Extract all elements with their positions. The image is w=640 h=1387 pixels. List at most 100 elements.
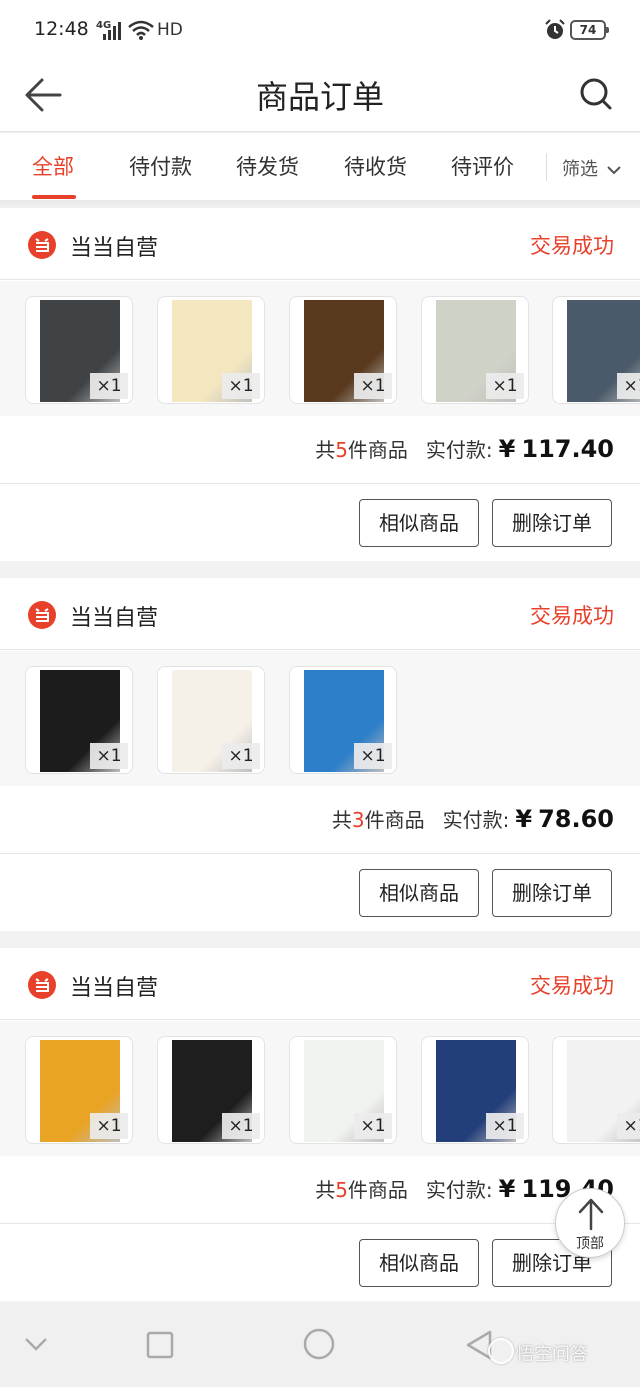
dangdang-logo-icon (28, 971, 56, 999)
delete-order-button[interactable]: 删除订单 (492, 869, 612, 917)
alarm-icon (545, 19, 565, 39)
delete-order-button[interactable]: 删除订单 (492, 499, 612, 547)
order-status: 交易成功 (530, 974, 614, 998)
chevron-down-nav-icon[interactable] (22, 1335, 50, 1353)
order-card[interactable]: 当当自营 交易成功 ×1 ×1 ×1 共3件商品 实付款: ¥78.60 相似商品 删除订单 (0, 578, 640, 931)
product-quantity: ×1 (90, 743, 128, 769)
product-thumbnail[interactable]: ×1 (552, 296, 640, 404)
product-strip[interactable]: ×1 ×1 ×1 (0, 651, 640, 786)
product-quantity: ×1 (617, 1113, 640, 1139)
count-suffix: 件商品 (347, 1178, 408, 1202)
product-quantity: ×1 (486, 373, 524, 399)
home-icon[interactable] (302, 1327, 336, 1361)
item-count: 5 (335, 1178, 348, 1202)
product-thumbnail[interactable]: ×1 (157, 1036, 265, 1144)
product-thumbnail[interactable]: ×1 (25, 296, 133, 404)
search-button[interactable] (572, 70, 622, 120)
order-card[interactable]: 当当自营交易成功×1×1×1×1×1共5件商品实付款:¥117.40相似商品删除… (0, 208, 640, 561)
search-icon (580, 78, 612, 110)
dangdang-logo-icon (28, 231, 56, 259)
order-summary: 共5件商品 实付款: ¥117.40 (0, 416, 640, 484)
order-actions: 相似商品 删除订单 (0, 855, 640, 931)
tab-pending-receipt[interactable]: 待收货 (344, 151, 407, 181)
paid-amount: 117.40 (521, 435, 614, 463)
order-card[interactable]: 当当自营 交易成功 ×1 ×1 ×1 ×1 ×1 共5件商品实付款:¥119.40相似商品删除… (0, 948, 640, 1301)
product-thumbnail[interactable]: ×1 (157, 296, 265, 404)
product-thumbnail[interactable]: ×1 (421, 1036, 529, 1144)
active-tab-indicator (32, 195, 76, 199)
product-quantity: ×1 (617, 373, 640, 399)
product-thumbnail[interactable]: ×1 (157, 666, 265, 774)
order-status: 交易成功 (530, 604, 614, 628)
count-prefix: 共 (331, 808, 352, 832)
watermark-logo-icon (488, 1338, 514, 1364)
paid-label: 实付款: (425, 438, 493, 462)
status-time: 12:48 (34, 18, 89, 40)
chevron-down-icon (607, 166, 621, 175)
signal-icon (103, 22, 121, 40)
similar-products-button[interactable]: 相似商品 (359, 869, 479, 917)
product-quantity: ×1 (90, 1113, 128, 1139)
currency-symbol: ¥ (498, 1175, 516, 1203)
watermark: 悟空问答 (516, 1344, 588, 1365)
count-suffix: 件商品 (364, 808, 425, 832)
paid-amount: 78.60 (538, 805, 614, 833)
battery-indicator: 74 (570, 20, 609, 40)
count-prefix: 共 (315, 438, 336, 462)
shop-header[interactable]: 当当自营 交易成功 (0, 948, 640, 1020)
arrow-up-icon (578, 1198, 604, 1231)
similar-products-button[interactable]: 相似商品 (359, 1239, 479, 1287)
shop-header[interactable]: 当当自营 交易成功 (0, 578, 640, 650)
product-quantity: ×1 (486, 1113, 524, 1139)
shop-name: 当当自营 (70, 976, 159, 1001)
product-quantity: ×1 (354, 743, 392, 769)
product-quantity: ×1 (354, 1113, 392, 1139)
tab-pending-shipment[interactable]: 待发货 (236, 151, 299, 181)
shop-name: 当当自营 (70, 606, 159, 631)
hd-indicator: HD (157, 20, 183, 40)
currency-symbol: ¥ (498, 435, 516, 463)
product-quantity: ×1 (222, 743, 260, 769)
order-status: 交易成功 (530, 234, 614, 258)
tab-shadow (0, 200, 640, 208)
order-summary: 共3件商品 实付款: ¥78.60 (0, 786, 640, 854)
currency-symbol: ¥ (515, 805, 533, 833)
product-strip[interactable]: ×1 ×1 ×1 ×1 ×1 (0, 1021, 640, 1156)
product-thumbnail[interactable]: ×1 (25, 1036, 133, 1144)
order-actions: 相似商品 删除订单 (0, 1225, 640, 1301)
order-tabs: 全部 待付款 待发货 待收货 待评价 筛选 (0, 133, 640, 200)
recent-apps-icon[interactable] (146, 1331, 174, 1359)
order-actions: 相似商品 删除订单 (0, 485, 640, 561)
order-summary: 共5件商品 实付款: ¥119.40 (0, 1156, 640, 1224)
tab-pending-review[interactable]: 待评价 (451, 151, 514, 181)
product-thumbnail[interactable]: ×1 (421, 296, 529, 404)
product-thumbnail[interactable]: ×1 (289, 666, 397, 774)
count-suffix: 件商品 (347, 438, 408, 462)
dangdang-logo-icon (28, 601, 56, 629)
product-quantity: ×1 (222, 373, 260, 399)
filter-button[interactable]: 筛选 (562, 155, 622, 181)
page-title: 商品订单 (255, 78, 384, 116)
shop-header[interactable]: 当当自营 交易成功 (0, 208, 640, 280)
product-thumbnail[interactable]: ×1 (25, 666, 133, 774)
tab-divider (546, 153, 547, 181)
product-thumbnail[interactable]: ×1 (289, 296, 397, 404)
item-count: 5 (335, 438, 348, 462)
back-to-top-button[interactable]: 顶部 (555, 1188, 625, 1258)
back-to-top-label: 顶部 (576, 1236, 604, 1252)
product-quantity: ×1 (354, 373, 392, 399)
wifi-icon (128, 20, 154, 40)
product-thumbnail[interactable]: ×1 (289, 1036, 397, 1144)
item-count: 3 (351, 808, 365, 832)
top-nav-bar: 商品订单 (0, 62, 640, 132)
product-thumbnail[interactable]: ×1 (552, 1036, 640, 1144)
status-bar: 12:48 4G HD 74 (0, 0, 640, 62)
tab-all[interactable]: 全部 (32, 151, 74, 181)
product-quantity: ×1 (222, 1113, 260, 1139)
tab-pending-payment[interactable]: 待付款 (129, 151, 192, 181)
product-quantity: ×1 (90, 373, 128, 399)
filter-label: 筛选 (562, 159, 598, 180)
shop-name: 当当自营 (70, 236, 159, 261)
product-strip[interactable]: ×1 ×1 ×1 ×1 ×1 (0, 281, 640, 416)
similar-products-button[interactable]: 相似商品 (359, 499, 479, 547)
